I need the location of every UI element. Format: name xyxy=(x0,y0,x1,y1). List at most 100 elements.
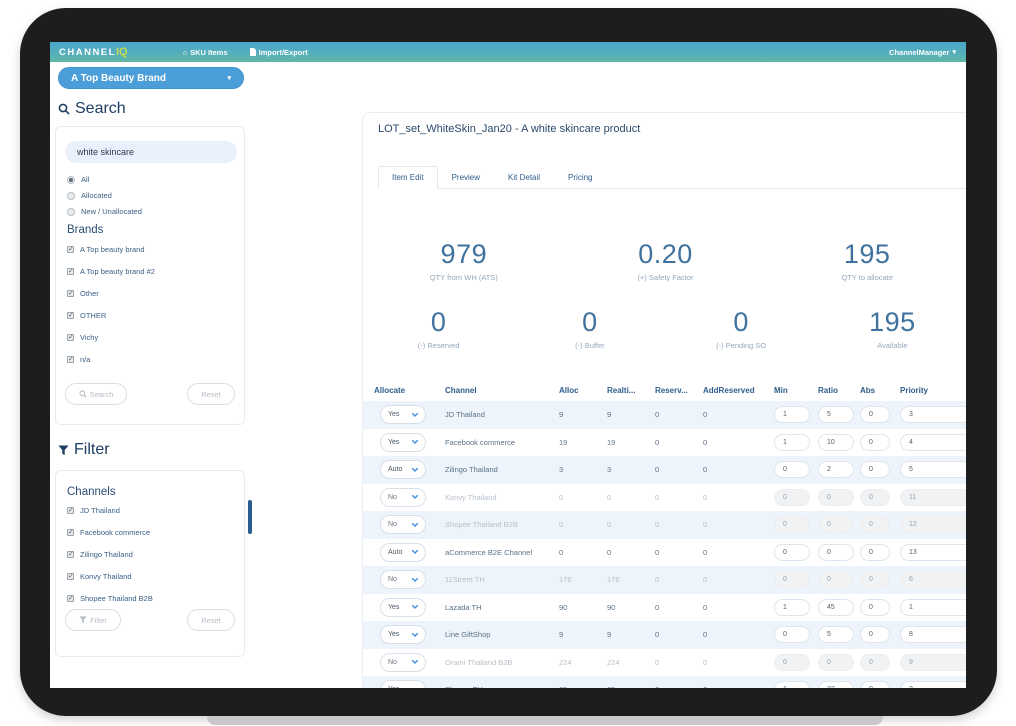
status-radio-option[interactable]: All xyxy=(67,175,142,184)
ratio-input[interactable]: 0 xyxy=(818,654,854,671)
abs-input[interactable]: 0 xyxy=(860,434,890,451)
min-input[interactable]: 0 xyxy=(774,544,810,561)
allocate-select[interactable]: Auto xyxy=(380,460,426,479)
abs-input[interactable]: 0 xyxy=(860,599,890,616)
priority-input[interactable]: 1 xyxy=(900,599,966,616)
add-reserved-cell: 0 xyxy=(703,465,774,474)
radio-label: New / Unallocated xyxy=(81,207,142,216)
brand-checkbox[interactable]: A Top beauty brand #2 xyxy=(67,267,155,276)
priority-input[interactable]: 9 xyxy=(900,654,966,671)
ratio-input[interactable]: 0 xyxy=(818,489,854,506)
min-input[interactable]: 0 xyxy=(774,626,810,643)
priority-input[interactable]: 5 xyxy=(900,461,966,478)
nav-sku-items[interactable]: ⌂ SKU Items xyxy=(183,48,228,57)
priority-input[interactable]: 11 xyxy=(900,489,966,506)
channel-checkbox[interactable]: Facebook commerce xyxy=(67,528,232,537)
allocate-select[interactable]: No xyxy=(380,515,426,534)
user-menu[interactable]: ChannelManager ▾ xyxy=(889,48,956,57)
allocate-select[interactable]: No xyxy=(380,653,426,672)
allocate-select[interactable]: No xyxy=(380,488,426,507)
min-input[interactable]: 0 xyxy=(774,516,810,533)
status-radio-option[interactable]: Allocated xyxy=(67,191,142,200)
allocate-select[interactable]: Yes xyxy=(380,405,426,424)
abs-input[interactable]: 0 xyxy=(860,406,890,423)
status-radio-option[interactable]: New / Unallocated xyxy=(67,207,142,216)
filter-reset-button[interactable]: Reset xyxy=(187,609,235,631)
tab-item[interactable]: Kit Detail xyxy=(494,166,554,189)
ratio-input[interactable]: 10 xyxy=(818,434,854,451)
checkbox-icon xyxy=(67,290,74,297)
min-input[interactable]: 1 xyxy=(774,599,810,616)
abs-input[interactable]: 0 xyxy=(860,681,890,688)
allocate-select[interactable]: Yes xyxy=(380,598,426,617)
search-reset-button[interactable]: Reset xyxy=(187,383,235,405)
abs-input[interactable]: 0 xyxy=(860,544,890,561)
min-input[interactable]: 0 xyxy=(774,489,810,506)
realtime-cell: 176 xyxy=(607,575,655,584)
brand-checkbox[interactable]: Vichy xyxy=(67,333,155,342)
checkbox-icon xyxy=(67,507,74,514)
tab-item[interactable]: Preview xyxy=(438,166,494,189)
abs-input[interactable]: 0 xyxy=(860,571,890,588)
priority-input[interactable]: 4 xyxy=(900,434,966,451)
brand-selector[interactable]: A Top Beauty Brand ▾ xyxy=(58,67,244,89)
min-input[interactable]: 1 xyxy=(774,434,810,451)
add-reserved-cell: 0 xyxy=(703,520,774,529)
stat-value: 0 xyxy=(666,307,817,338)
allocate-select[interactable]: Yes xyxy=(380,433,426,452)
abs-input[interactable]: 0 xyxy=(860,461,890,478)
priority-input[interactable]: 8 xyxy=(900,626,966,643)
abs-input[interactable]: 0 xyxy=(860,516,890,533)
priority-input[interactable]: 13 xyxy=(900,544,966,561)
ratio-input[interactable]: 45 xyxy=(818,599,854,616)
reserved-cell: 0 xyxy=(655,685,703,688)
chevron-down-icon xyxy=(412,633,418,637)
tab-item[interactable]: Item Edit xyxy=(378,166,438,189)
allocate-value: Auto xyxy=(388,466,402,473)
priority-input[interactable]: 12 xyxy=(900,516,966,533)
allocate-select[interactable]: Auto xyxy=(380,543,426,562)
channel-checkbox[interactable]: Shopee Thailand B2B xyxy=(67,594,232,603)
min-input[interactable]: 1 xyxy=(774,681,810,688)
priority-input[interactable]: 2 xyxy=(900,681,966,688)
priority-input[interactable]: 6 xyxy=(900,571,966,588)
priority-input[interactable]: 3 xyxy=(900,406,966,423)
reserved-cell: 0 xyxy=(655,658,703,667)
min-input[interactable]: 0 xyxy=(774,654,810,671)
ratio-input[interactable]: 0 xyxy=(818,544,854,561)
tab-item[interactable]: Pricing xyxy=(554,166,606,189)
allocate-select[interactable]: No xyxy=(380,570,426,589)
search-button[interactable]: Search xyxy=(65,383,127,405)
filter-button[interactable]: Filter xyxy=(65,609,121,631)
allocate-select[interactable]: Yes xyxy=(380,680,426,688)
checkbox-icon xyxy=(67,551,74,558)
stat-block: 0 (-) Buffer xyxy=(514,307,665,350)
ratio-input[interactable]: 5 xyxy=(818,626,854,643)
radio-icon xyxy=(67,192,75,200)
app-logo: CHANNELIQ xyxy=(59,46,128,58)
abs-input[interactable]: 0 xyxy=(860,626,890,643)
ratio-input[interactable]: 0 xyxy=(818,516,854,533)
ratio-input[interactable]: 33 xyxy=(818,681,854,688)
search-input[interactable]: white skincare xyxy=(65,141,237,163)
ratio-input[interactable]: 5 xyxy=(818,406,854,423)
min-input[interactable]: 0 xyxy=(774,461,810,478)
ratio-input[interactable]: 2 xyxy=(818,461,854,478)
channel-checkbox[interactable]: JD Thailand xyxy=(67,506,232,515)
ratio-input[interactable]: 0 xyxy=(818,571,854,588)
channel-checkbox[interactable]: Zilingo Thailand xyxy=(67,550,232,559)
brand-checkbox[interactable]: n/a xyxy=(67,355,155,364)
sidebar-scrollbar-thumb[interactable] xyxy=(248,500,252,534)
abs-input[interactable]: 0 xyxy=(860,489,890,506)
brand-checkbox[interactable]: OTHER xyxy=(67,311,155,320)
allocate-select[interactable]: Yes xyxy=(380,625,426,644)
brand-checkbox[interactable]: A Top beauty brand xyxy=(67,245,155,254)
brand-checkbox[interactable]: Other xyxy=(67,289,155,298)
nav-import-export[interactable]: Import/Export xyxy=(250,48,308,57)
reserved-cell: 0 xyxy=(655,410,703,419)
page-title: LOT_set_WhiteSkin_Jan20 - A white skinca… xyxy=(378,123,640,135)
min-input[interactable]: 0 xyxy=(774,571,810,588)
abs-input[interactable]: 0 xyxy=(860,654,890,671)
channel-checkbox[interactable]: Konvy Thailand xyxy=(67,572,232,581)
min-input[interactable]: 1 xyxy=(774,406,810,423)
